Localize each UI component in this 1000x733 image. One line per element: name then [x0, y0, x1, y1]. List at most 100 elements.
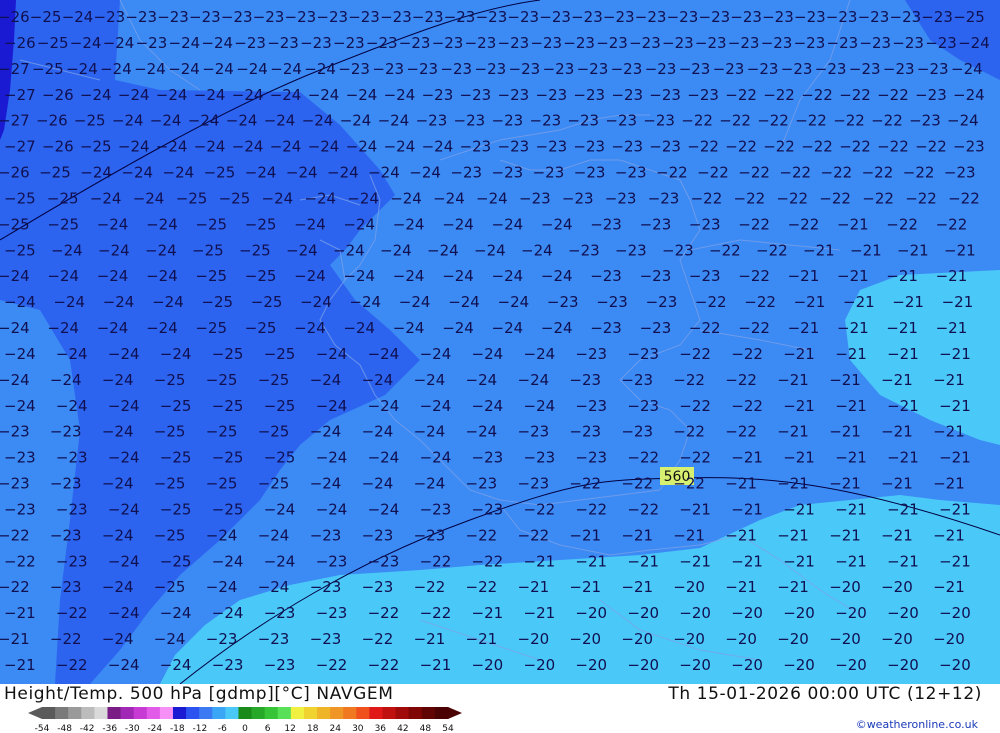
temp-value: −23 — [571, 8, 603, 26]
temp-value: −22 — [0, 578, 30, 596]
temp-value: −24 — [474, 241, 506, 259]
credit-link[interactable]: ©weatheronline.co.uk — [856, 718, 978, 731]
temp-value: −24 — [492, 215, 524, 233]
temp-value: −25 — [219, 189, 251, 207]
temp-value: −21 — [788, 267, 820, 285]
temp-value: −20 — [835, 604, 867, 622]
temp-value: −24 — [310, 371, 342, 389]
temp-value: −25 — [245, 267, 277, 285]
temp-value: −22 — [821, 164, 853, 182]
temp-value: −25 — [206, 475, 238, 493]
temp-value: −23 — [310, 578, 342, 596]
temp-value: −24 — [108, 345, 140, 363]
temp-value: −22 — [731, 397, 763, 415]
temp-value: −22 — [725, 371, 757, 389]
temp-value: −24 — [333, 241, 365, 259]
temp-value: −22 — [819, 189, 851, 207]
temp-value: −23 — [492, 112, 524, 130]
temp-value: −20 — [575, 656, 607, 674]
temp-value: −25 — [160, 449, 192, 467]
temp-value: −24 — [53, 293, 85, 311]
temp-value: −26 — [42, 86, 74, 104]
temp-value: −24 — [103, 293, 135, 311]
legend-tick-label: -6 — [218, 724, 227, 732]
temp-value: −22 — [695, 293, 727, 311]
legend-swatch — [277, 707, 292, 719]
temp-value: −20 — [881, 630, 913, 648]
temp-value: −23 — [695, 34, 727, 52]
temp-value: −23 — [366, 34, 398, 52]
temp-value: −23 — [713, 60, 745, 78]
legend-swatch — [107, 707, 121, 719]
temp-value: −24 — [98, 241, 130, 259]
temp-value: −22 — [518, 526, 550, 544]
legend-tick-label: -36 — [102, 724, 117, 732]
temp-value: −22 — [839, 86, 871, 104]
temp-value: −23 — [635, 8, 667, 26]
temp-value: −21 — [414, 630, 446, 648]
legend-swatch — [290, 707, 305, 719]
temp-value: −24 — [414, 475, 446, 493]
temp-value: −21 — [777, 371, 809, 389]
temp-value: −23 — [454, 112, 486, 130]
temp-value: −25 — [195, 319, 227, 337]
temp-value: −23 — [569, 423, 601, 441]
temp-value: −23 — [258, 630, 290, 648]
temp-value: −23 — [50, 475, 82, 493]
temp-value: −21 — [944, 241, 976, 259]
temp-value: −21 — [837, 215, 869, 233]
temp-value: −24 — [0, 267, 30, 285]
temp-value: −21 — [621, 526, 653, 544]
temp-value: −24 — [304, 60, 336, 78]
temp-value: −21 — [829, 371, 861, 389]
legend-swatch — [199, 707, 213, 719]
temp-value: −21 — [897, 241, 929, 259]
temp-value: −23 — [627, 397, 659, 415]
temp-value: −24 — [541, 319, 573, 337]
temp-value: −25 — [192, 241, 224, 259]
temp-value: −21 — [939, 397, 971, 415]
temp-value: −21 — [939, 552, 971, 570]
temp-value: −21 — [575, 552, 607, 570]
temp-value: −24 — [368, 397, 400, 415]
legend-swatch — [317, 707, 331, 719]
temp-value: −21 — [881, 423, 913, 441]
temp-value: −25 — [201, 293, 233, 311]
temp-value: −23 — [264, 604, 296, 622]
temp-value: −23 — [629, 34, 661, 52]
temp-value: −24 — [160, 345, 192, 363]
temp-value: −23 — [762, 8, 794, 26]
temp-value: −22 — [466, 526, 498, 544]
temp-value: −24 — [194, 138, 226, 156]
temp-value: −23 — [536, 138, 568, 156]
temp-value: −23 — [380, 8, 412, 26]
temp-value: −24 — [442, 215, 474, 233]
temp-value: −23 — [909, 112, 941, 130]
temp-value: −20 — [725, 630, 757, 648]
temp-value: −24 — [420, 345, 452, 363]
temp-value: −25 — [47, 215, 79, 233]
temp-value: −23 — [267, 34, 299, 52]
temp-value: −24 — [414, 371, 446, 389]
temp-value: −23 — [492, 164, 524, 182]
temp-value: −23 — [519, 189, 551, 207]
temp-value: −27 — [4, 86, 36, 104]
temp-value: −22 — [673, 371, 705, 389]
legend-swatch — [120, 707, 135, 719]
temp-value: −23 — [253, 8, 285, 26]
legend-swatch — [421, 707, 436, 719]
temp-value: −21 — [829, 475, 861, 493]
temp-value: −24 — [466, 371, 498, 389]
temp-value: −20 — [835, 656, 867, 674]
temp-value: −22 — [833, 112, 865, 130]
temp-value: −21 — [933, 475, 965, 493]
legend-tick-label: 12 — [284, 724, 295, 732]
temp-value: −24 — [308, 86, 340, 104]
temp-value: −23 — [925, 34, 957, 52]
temp-value: −21 — [679, 552, 711, 570]
map-area[interactable]: 560 −26 −25 −24 −23 −23 −23 −23 −23 −23 −23 −23 −23… — [0, 0, 1000, 684]
temp-value: −23 — [699, 8, 731, 26]
temp-value: −21 — [524, 604, 556, 622]
legend-swatch — [408, 707, 423, 719]
temp-value: −24 — [476, 189, 508, 207]
